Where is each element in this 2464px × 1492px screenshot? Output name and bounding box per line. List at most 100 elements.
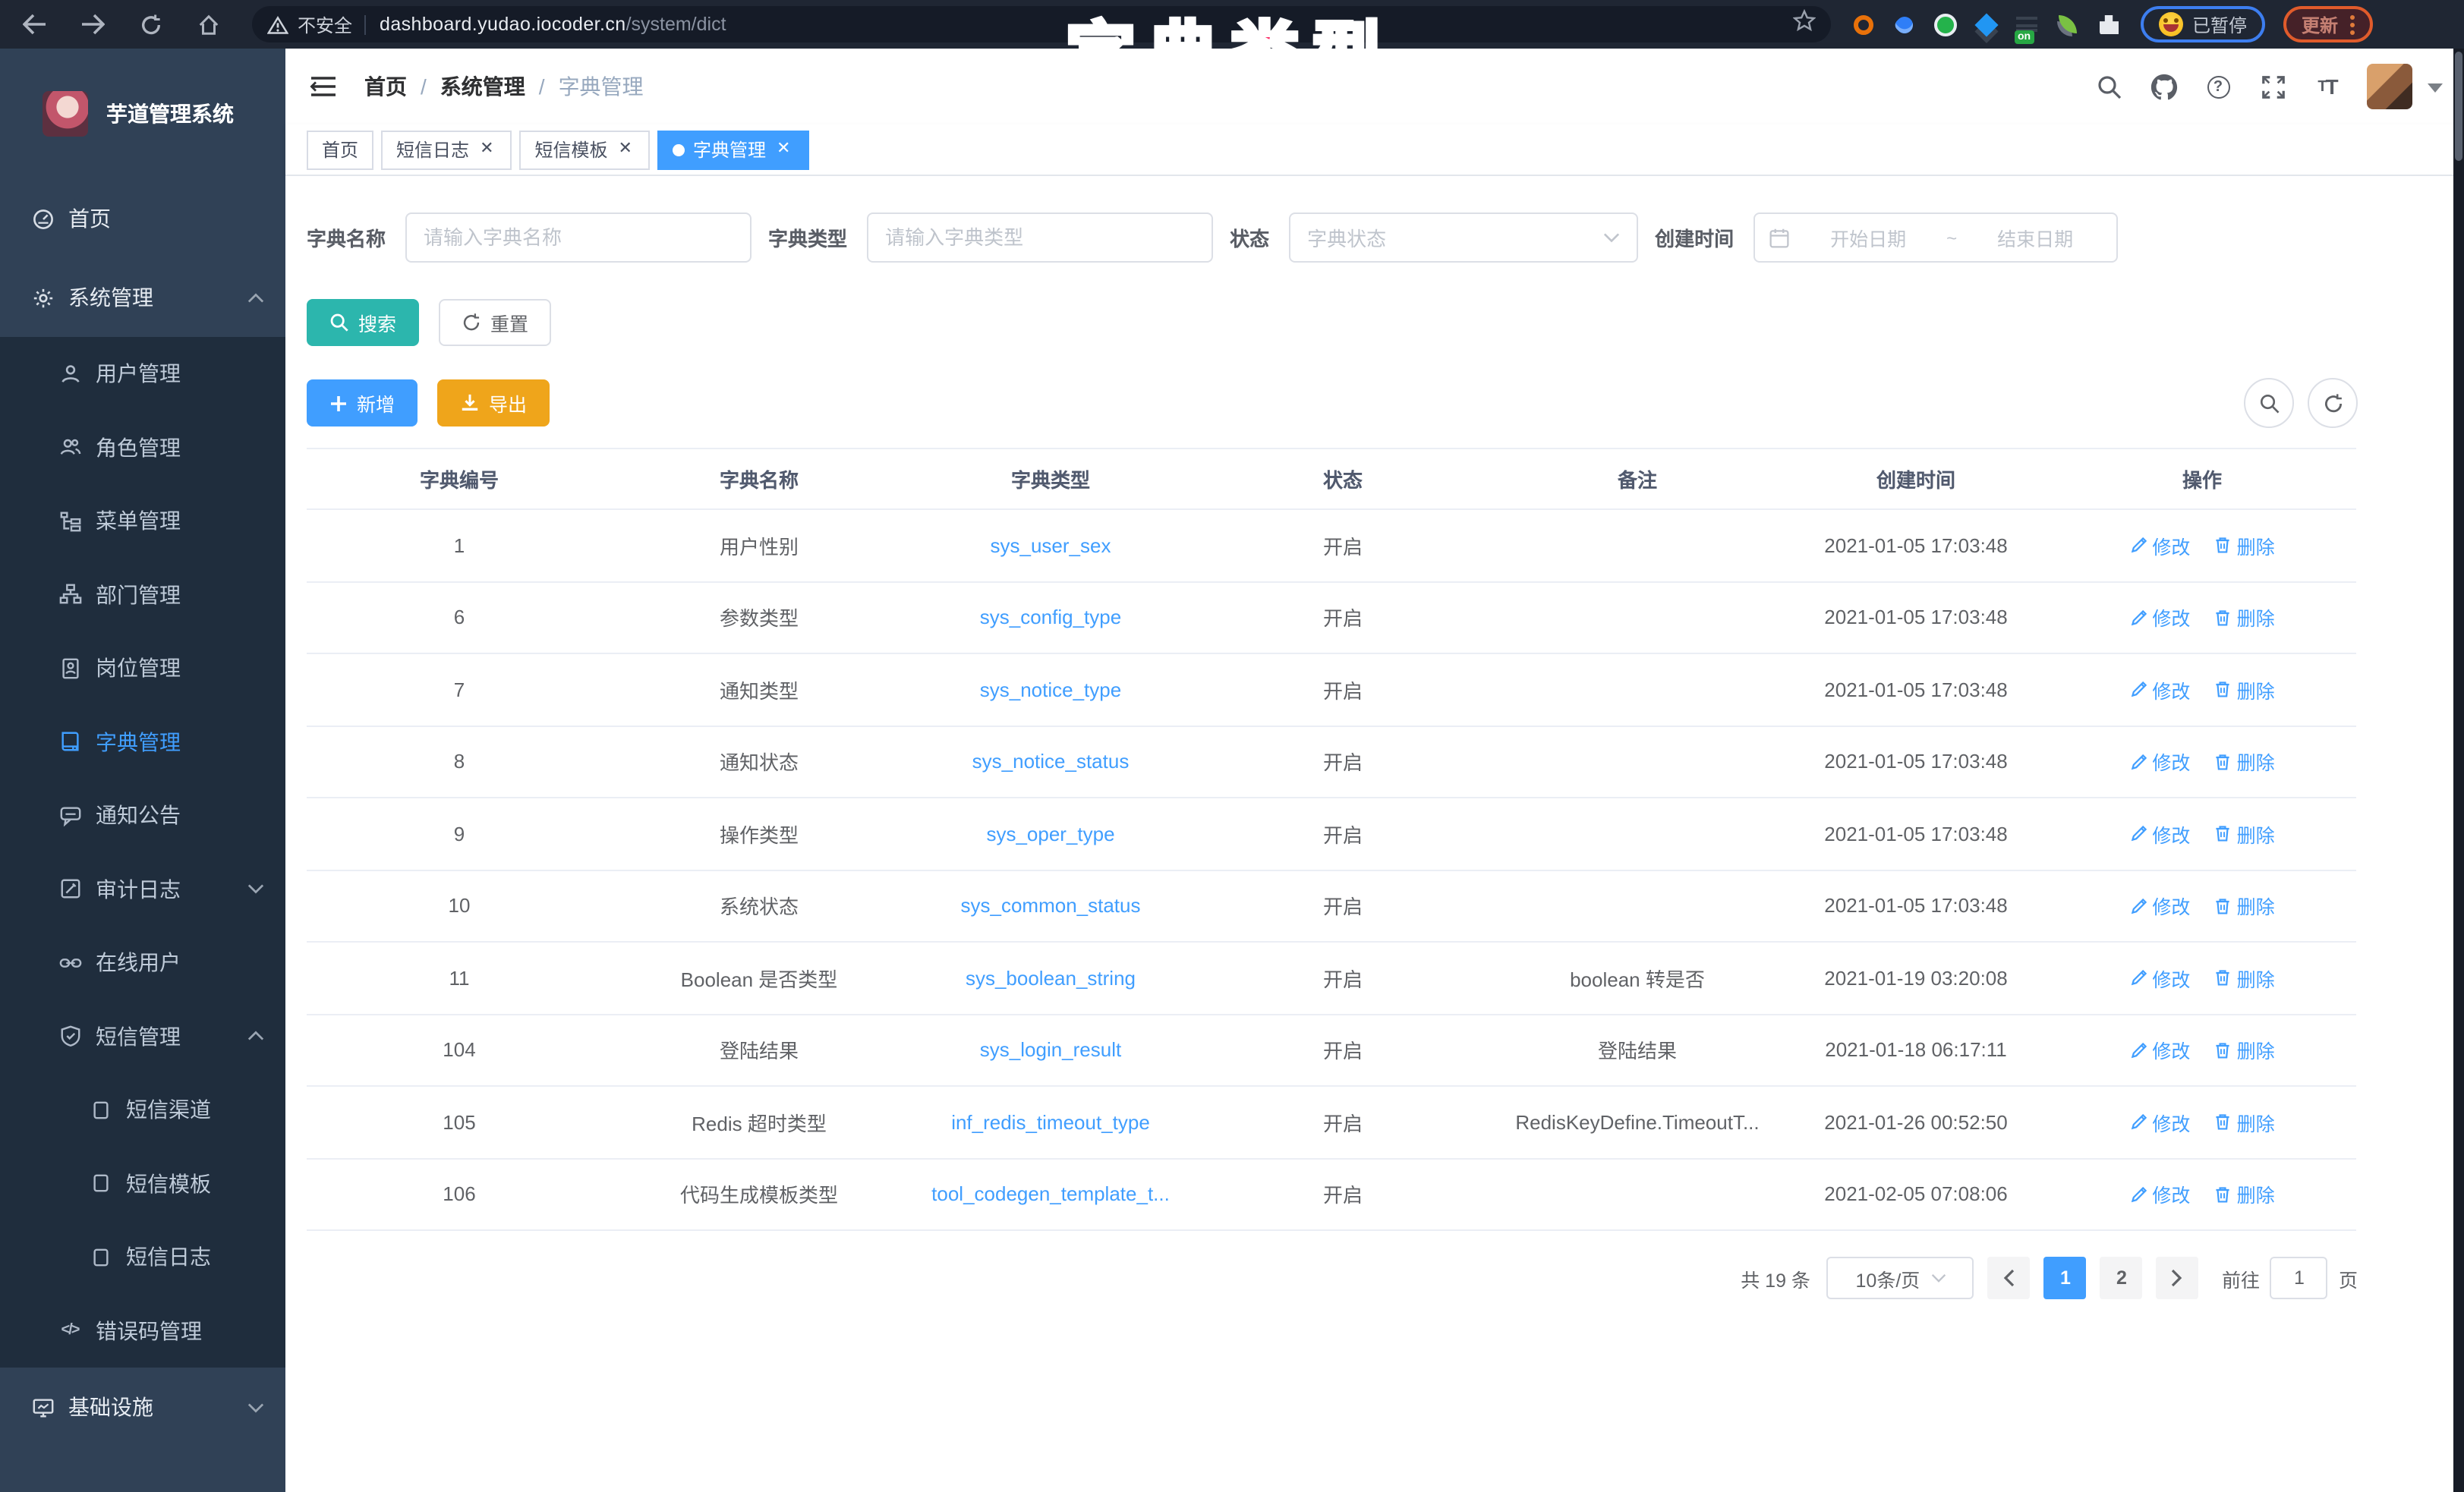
delete-link[interactable]: 删除 [2214, 531, 2275, 560]
browser-update-button[interactable]: 更新 [2283, 6, 2373, 42]
dict-type-link[interactable]: sys_notice_status [972, 751, 1130, 773]
extension-drop-icon[interactable] [1890, 11, 1917, 38]
github-icon[interactable] [2148, 71, 2179, 102]
font-size-icon[interactable]: TT [2312, 71, 2343, 102]
reload-button[interactable] [128, 5, 173, 44]
next-page-button[interactable] [2157, 1257, 2199, 1299]
dict-type-link[interactable]: sys_user_sex [991, 534, 1111, 557]
edit-link[interactable]: 修改 [2129, 748, 2190, 776]
sidebar-item-home[interactable]: 首页 [0, 179, 285, 258]
search-button[interactable]: 搜索 [307, 299, 419, 346]
dict-type-input[interactable] [867, 212, 1213, 263]
delete-link[interactable]: 删除 [2214, 748, 2275, 776]
search-icon[interactable] [2094, 71, 2124, 102]
home-button[interactable] [185, 5, 231, 44]
date-range-picker[interactable]: 开始日期 ~ 结束日期 [1753, 212, 2118, 263]
sidebar-item-sms-template[interactable]: 短信模板 [0, 1147, 285, 1220]
dict-type-link[interactable]: sys_notice_type [980, 678, 1121, 701]
bookmark-star-icon[interactable] [1793, 9, 1816, 39]
page-size-select[interactable]: 10条/页 [1827, 1257, 1974, 1299]
refresh-button[interactable] [2308, 378, 2358, 428]
profile-paused-badge[interactable]: 已暂停 [2141, 6, 2265, 42]
delete-link[interactable]: 删除 [2214, 820, 2275, 848]
url-path[interactable]: /system/dict [626, 14, 726, 35]
sidebar-item-departments[interactable]: 部门管理 [0, 558, 285, 631]
add-button[interactable]: 新增 [307, 379, 417, 427]
dict-type-link[interactable]: sys_oper_type [986, 823, 1114, 845]
tab-dictionary[interactable]: 字典管理 ✕ [658, 130, 808, 169]
user-avatar[interactable] [2367, 64, 2412, 109]
dict-type-link[interactable]: tool_codegen_template_t... [931, 1183, 1170, 1206]
delete-link[interactable]: 删除 [2214, 603, 2275, 632]
edit-link[interactable]: 修改 [2129, 531, 2190, 560]
page-button-1[interactable]: 1 [2044, 1257, 2087, 1299]
extension-puzzle-icon[interactable] [2095, 11, 2122, 38]
page-button-2[interactable]: 2 [2100, 1257, 2143, 1299]
close-icon[interactable]: ✕ [477, 140, 496, 159]
security-warning-icon[interactable] [267, 14, 288, 34]
end-date-placeholder[interactable]: 结束日期 [1968, 223, 2103, 252]
tab-sms-log[interactable]: 短信日志 ✕ [381, 130, 512, 169]
browser-scrollbar[interactable] [2453, 49, 2464, 1492]
dict-type-link[interactable]: sys_common_status [961, 895, 1141, 918]
edit-link[interactable]: 修改 [2129, 1036, 2190, 1065]
sidebar-item-sms-channel[interactable]: 短信渠道 [0, 1073, 285, 1147]
edit-link[interactable]: 修改 [2129, 675, 2190, 704]
forward-button[interactable] [70, 5, 115, 44]
edit-link[interactable]: 修改 [2129, 964, 2190, 993]
dict-type-link[interactable]: sys_login_result [980, 1039, 1121, 1062]
tab-sms-template[interactable]: 短信模板 ✕ [520, 130, 651, 169]
prev-page-button[interactable] [1988, 1257, 2031, 1299]
fullscreen-icon[interactable] [2258, 71, 2288, 102]
close-icon[interactable]: ✕ [774, 140, 793, 159]
status-select[interactable]: 字典状态 [1289, 212, 1638, 263]
edit-link[interactable]: 修改 [2129, 820, 2190, 848]
sidebar-item-dictionary[interactable]: 字典管理 [0, 705, 285, 779]
extension-leaf-icon[interactable] [2054, 11, 2081, 38]
sidebar-item-system[interactable]: 系统管理 [0, 258, 285, 337]
breadcrumb-home[interactable]: 首页 [364, 71, 407, 102]
dict-type-link[interactable]: sys_boolean_string [966, 967, 1136, 990]
dict-type-link[interactable]: inf_redis_timeout_type [951, 1111, 1150, 1134]
avatar-caret-icon[interactable] [2428, 73, 2443, 100]
edit-link[interactable]: 修改 [2129, 892, 2190, 921]
sidebar-item-online-users[interactable]: 在线用户 [0, 926, 285, 999]
edit-link[interactable]: 修改 [2129, 1108, 2190, 1137]
address-bar[interactable]: 不安全 dashboard.yudao.iocoder.cn/system/di… [252, 6, 1831, 42]
sidebar-item-error-codes[interactable]: </> 错误码管理 [0, 1294, 285, 1368]
close-icon[interactable]: ✕ [616, 140, 635, 159]
extension-green-circle-icon[interactable] [1931, 11, 1958, 38]
back-button[interactable] [12, 5, 58, 44]
security-label[interactable]: 不安全 [298, 11, 352, 37]
sidebar-item-notices[interactable]: 通知公告 [0, 779, 285, 852]
delete-link[interactable]: 删除 [2214, 1180, 2275, 1209]
dict-name-input[interactable] [405, 212, 751, 263]
dict-type-link[interactable]: sys_config_type [980, 606, 1121, 629]
sidebar-toggle-icon[interactable] [307, 71, 340, 102]
browser-menu-icon[interactable] [2350, 14, 2355, 34]
sidebar-item-posts[interactable]: 岗位管理 [0, 631, 285, 705]
breadcrumb-system[interactable]: 系统管理 [440, 71, 525, 102]
delete-link[interactable]: 删除 [2214, 964, 2275, 993]
goto-page-input[interactable] [2270, 1257, 2328, 1299]
sidebar-item-menus[interactable]: 菜单管理 [0, 484, 285, 558]
extension-list-icon[interactable]: on [2013, 11, 2040, 38]
tab-home[interactable]: 首页 [307, 130, 373, 169]
sidebar-item-sms[interactable]: 短信管理 [0, 999, 285, 1073]
start-date-placeholder[interactable]: 开始日期 [1801, 223, 1936, 252]
sidebar-item-roles[interactable]: 角色管理 [0, 411, 285, 484]
toggle-search-button[interactable] [2244, 378, 2294, 428]
delete-link[interactable]: 删除 [2214, 892, 2275, 921]
url-host[interactable]: dashboard.yudao.iocoder.cn [380, 14, 626, 35]
extension-donut-icon[interactable] [1849, 11, 1876, 38]
help-icon[interactable]: ? [2203, 71, 2233, 102]
app-logo-row[interactable]: 芋道管理系统 [0, 49, 285, 179]
delete-link[interactable]: 删除 [2214, 1036, 2275, 1065]
delete-link[interactable]: 删除 [2214, 675, 2275, 704]
sidebar-item-users[interactable]: 用户管理 [0, 337, 285, 411]
reset-button[interactable]: 重置 [439, 299, 551, 346]
extension-diamond-icon[interactable] [1972, 11, 1999, 38]
edit-link[interactable]: 修改 [2129, 1180, 2190, 1209]
sidebar-item-infrastructure[interactable]: 基础设施 [0, 1368, 285, 1446]
sidebar-item-audit-log[interactable]: 审计日志 [0, 852, 285, 926]
